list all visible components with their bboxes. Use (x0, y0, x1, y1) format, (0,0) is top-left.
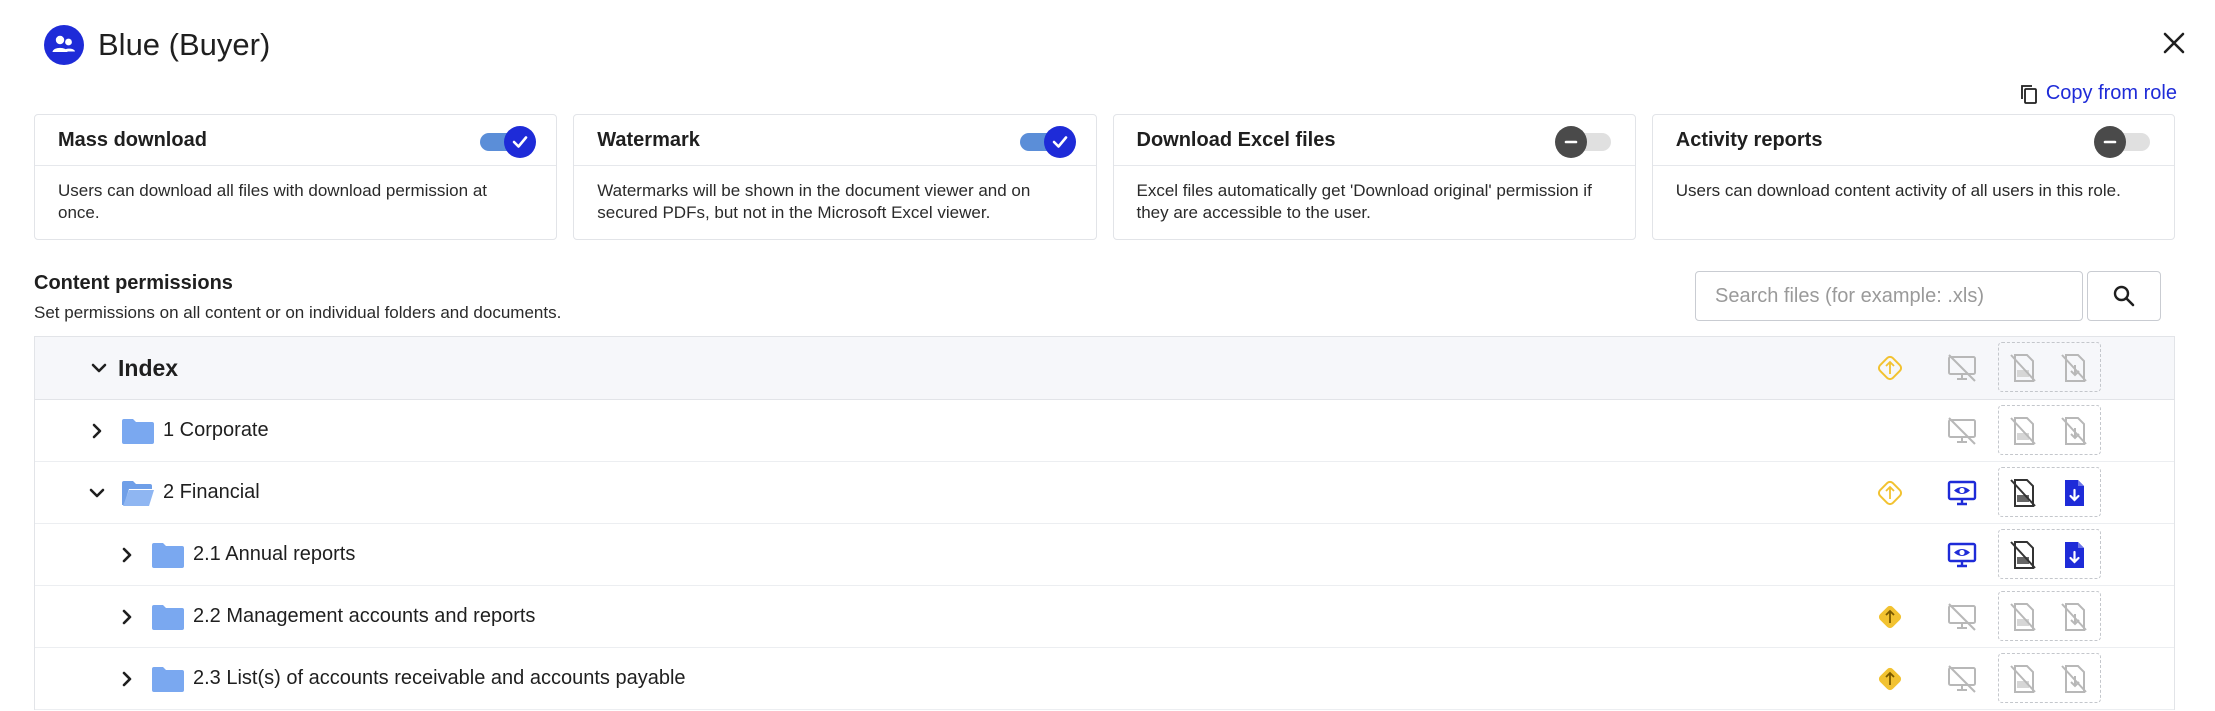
tree-row-index[interactable]: Index (35, 337, 2174, 400)
tag-filled-icon[interactable] (1873, 600, 1907, 634)
folder-icon (152, 666, 184, 692)
copy-from-role-label: Copy from role (2045, 82, 2177, 104)
chevron-right-icon[interactable] (85, 419, 109, 443)
print-disabled-icon[interactable] (2006, 662, 2040, 696)
search-field (1695, 271, 2083, 321)
tree-row-label: 2.1 Annual reports (193, 543, 356, 565)
chevron-right-icon[interactable] (115, 543, 139, 567)
download-disabled-icon[interactable] (2057, 414, 2091, 448)
mass-download-description: Users can download all files with downlo… (58, 181, 487, 222)
print-disabled-icon[interactable] (2006, 351, 2040, 385)
tag-filled-icon[interactable] (1873, 662, 1907, 696)
folder-icon (152, 604, 184, 630)
chevron-right-icon[interactable] (115, 605, 139, 629)
mass-download-toggle[interactable] (478, 124, 537, 158)
folder-icon (122, 418, 154, 444)
download-disabled-icon[interactable] (2057, 600, 2091, 634)
download-disabled-icon[interactable] (2057, 662, 2091, 696)
view-disabled-icon[interactable] (1945, 414, 1979, 448)
view-enabled-icon[interactable] (1945, 538, 1979, 572)
tree-row-financial[interactable]: 2 Financial (35, 462, 2174, 524)
folder-icon (152, 542, 184, 568)
watermark-description: Watermarks will be shown in the document… (597, 181, 1031, 222)
print-disabled-icon[interactable] (2006, 414, 2040, 448)
download-excel-card: Download Excel files Excel files automat… (1112, 114, 1636, 240)
tag-outline-icon[interactable] (1873, 476, 1907, 510)
tree-row-label: 1 Corporate (163, 419, 269, 441)
group-icon (44, 25, 84, 65)
chevron-right-icon[interactable] (115, 667, 139, 691)
download-disabled-icon[interactable] (2057, 351, 2091, 385)
content-permissions-title: Content permissions (34, 272, 233, 294)
tree-row-corporate[interactable]: 1 Corporate (35, 400, 2174, 462)
role-title: Blue (Buyer) (98, 27, 271, 62)
watermark-card: Watermark Watermarks will be shown in th… (573, 114, 1097, 240)
view-disabled-icon[interactable] (1945, 662, 1979, 696)
folder-open-icon (122, 480, 154, 506)
activity-reports-title: Activity reports (1675, 128, 1823, 151)
tree-row-annual-reports[interactable]: 2.1 Annual reports (35, 524, 2174, 586)
watermark-toggle[interactable] (1018, 124, 1076, 158)
content-tree: Index 1 Corporate 2 Financial 2.1 Annual… (34, 336, 2175, 710)
download-excel-description: Excel files automatically get 'Download … (1136, 181, 1592, 222)
print-disabled-dark-icon[interactable] (2006, 476, 2040, 510)
mass-download-card: Mass download Users can download all fil… (34, 114, 558, 240)
tree-row-label: 2 Financial (163, 481, 260, 503)
content-permissions-subtitle: Set permissions on all content or on ind… (34, 303, 562, 322)
download-enabled-icon[interactable] (2057, 538, 2091, 572)
search-icon (2113, 285, 2135, 307)
chevron-down-icon[interactable] (85, 481, 109, 505)
watermark-title: Watermark (597, 128, 700, 151)
role-header: Blue (Buyer) (44, 22, 270, 68)
search-input[interactable] (1713, 283, 2077, 309)
tree-row-label: Index (118, 354, 179, 381)
tree-row-label: 2.3 List(s) of accounts receivable and a… (193, 667, 686, 689)
print-disabled-dark-icon[interactable] (2006, 538, 2040, 572)
download-excel-toggle[interactable] (1554, 124, 1613, 158)
tag-outline-icon[interactable] (1873, 351, 1907, 385)
print-disabled-icon[interactable] (2006, 600, 2040, 634)
copy-icon (2020, 84, 2037, 104)
tree-row-accounts-receivable-payable[interactable]: 2.3 List(s) of accounts receivable and a… (35, 648, 2174, 710)
view-disabled-icon[interactable] (1945, 351, 1979, 385)
search-button[interactable] (2087, 271, 2161, 321)
view-enabled-icon[interactable] (1945, 476, 1979, 510)
copy-from-role-link[interactable]: Copy from role (2018, 82, 2177, 105)
close-icon[interactable] (2159, 28, 2189, 58)
download-excel-title: Download Excel files (1136, 128, 1336, 151)
tree-row-management-accounts[interactable]: 2.2 Management accounts and reports (35, 586, 2174, 648)
mass-download-title: Mass download (58, 128, 207, 151)
activity-reports-card: Activity reports Users can download cont… (1651, 114, 2175, 240)
tree-row-label: 2.2 Management accounts and reports (193, 605, 536, 627)
chevron-down-icon[interactable] (87, 356, 111, 380)
activity-reports-description: Users can download content activity of a… (1675, 181, 2121, 200)
activity-reports-toggle[interactable] (2094, 124, 2152, 158)
view-disabled-icon[interactable] (1945, 600, 1979, 634)
role-settings-cards: Mass download Users can download all fil… (34, 114, 2175, 240)
download-enabled-icon[interactable] (2057, 476, 2091, 510)
